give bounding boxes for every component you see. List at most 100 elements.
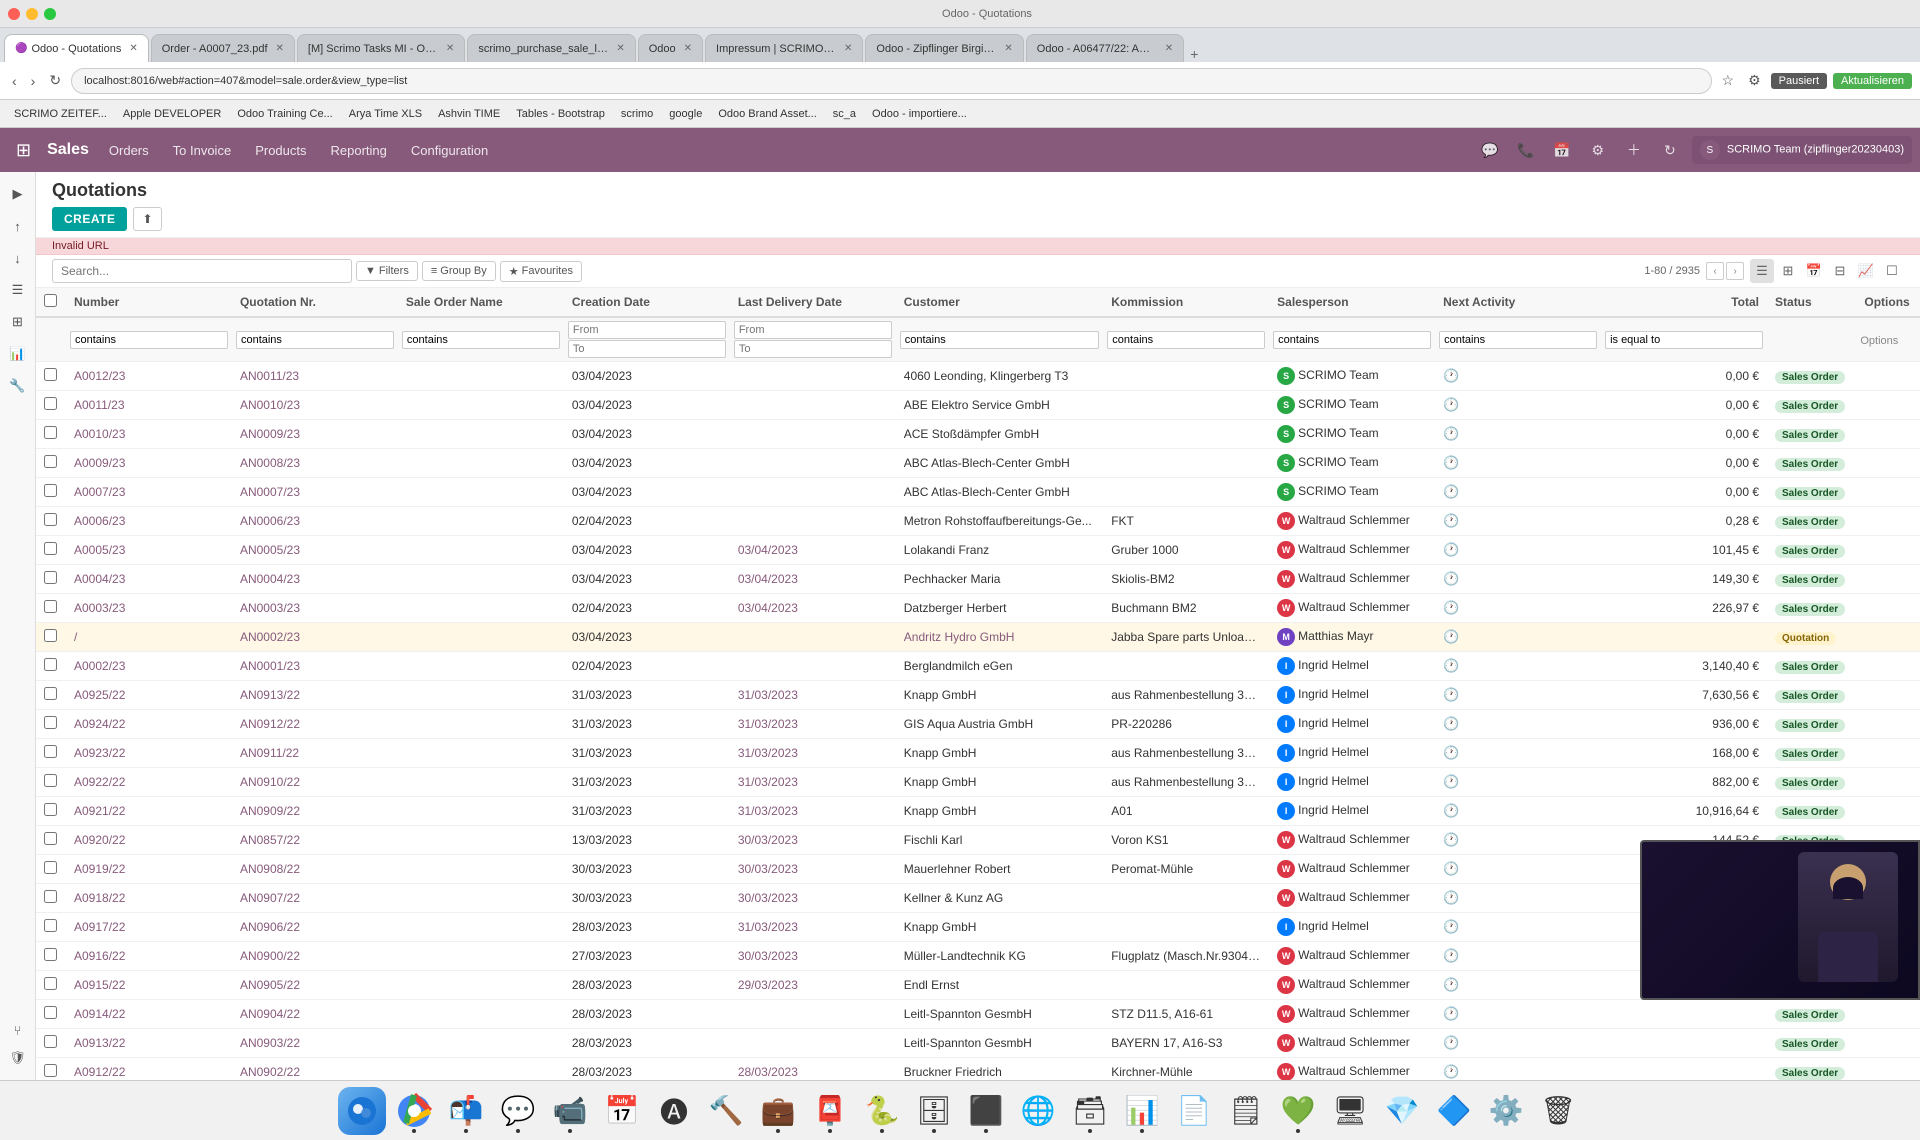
bookmark-odoo-training[interactable]: Odoo Training Ce... <box>231 106 338 122</box>
row-checkbox-cell[interactable] <box>36 652 66 681</box>
dock-outlook[interactable]: 📮 <box>806 1087 854 1135</box>
row-checkbox-cell[interactable] <box>36 942 66 971</box>
col-last-delivery[interactable]: Last Delivery Date <box>730 288 896 317</box>
row-checkbox-cell[interactable] <box>36 797 66 826</box>
dock-xcode[interactable]: 🔨 <box>702 1087 750 1135</box>
forward-button[interactable]: › <box>27 71 40 91</box>
prev-page-button[interactable]: ‹ <box>1706 262 1724 280</box>
dock-teams[interactable]: 💼 <box>754 1087 802 1135</box>
filter-last-delivery[interactable] <box>730 317 896 362</box>
bookmark-arya-time[interactable]: Arya Time XLS <box>343 106 428 122</box>
table-row[interactable]: A0915/22 AN0905/22 28/03/2023 29/03/2023… <box>36 971 1920 1000</box>
sidebar-icon-shield[interactable]: 🛡 <box>4 1044 32 1072</box>
kanban-view-button[interactable]: ⊞ <box>1776 259 1800 283</box>
sidebar-icon-chart[interactable]: 📊 <box>4 340 32 368</box>
row-checkbox-cell[interactable] <box>36 710 66 739</box>
dock-vmware[interactable]: 🖥 <box>1326 1087 1374 1135</box>
table-row[interactable]: A0919/22 AN0908/22 30/03/2023 30/03/2023… <box>36 855 1920 884</box>
row-checkbox-cell[interactable] <box>36 855 66 884</box>
row-checkbox[interactable] <box>44 803 57 816</box>
col-customer[interactable]: Customer <box>896 288 1103 317</box>
row-checkbox[interactable] <box>44 948 57 961</box>
bookmark-odoo-brand[interactable]: Odoo Brand Asset... <box>712 106 822 122</box>
dock-pycharm[interactable]: 🐍 <box>858 1087 906 1135</box>
table-row[interactable]: A0010/23 AN0009/23 03/04/2023 ACE Stoßdä… <box>36 420 1920 449</box>
filter-delivery-from[interactable] <box>734 321 892 339</box>
dock-appstore[interactable]: 🅐 <box>650 1087 698 1135</box>
table-row[interactable]: A0924/22 AN0912/22 31/03/2023 31/03/2023… <box>36 710 1920 739</box>
select-all-header[interactable] <box>36 288 66 317</box>
next-page-button[interactable]: › <box>1726 262 1744 280</box>
nav-products[interactable]: Products <box>243 128 318 172</box>
pivot-view-button[interactable]: ⊟ <box>1828 259 1852 283</box>
table-row[interactable]: A0011/23 AN0010/23 03/04/2023 ABE Elektr… <box>36 391 1920 420</box>
row-checkbox[interactable] <box>44 774 57 787</box>
dock-calendar[interactable]: 📅 <box>598 1087 646 1135</box>
bookmark-apple-dev[interactable]: Apple DEVELOPER <box>117 106 227 122</box>
tab-close[interactable]: ✕ <box>276 43 284 54</box>
table-row[interactable]: A0912/22 AN0902/22 28/03/2023 28/03/2023… <box>36 1058 1920 1081</box>
sidebar-icon-down[interactable]: ↓ <box>4 244 32 272</box>
nav-to-invoice[interactable]: To Invoice <box>161 128 244 172</box>
bookmark-ashvin-time[interactable]: Ashvin TIME <box>432 106 506 122</box>
row-checkbox[interactable] <box>44 890 57 903</box>
filter-number-input[interactable] <box>70 331 228 349</box>
list-view-button[interactable]: ☰ <box>1750 259 1774 283</box>
sidebar-icon-run[interactable]: ▶ <box>4 180 32 208</box>
tab-pdf[interactable]: Order - A0007_23.pdf ✕ <box>151 34 295 62</box>
extensions-button[interactable]: ⚙ <box>1744 70 1765 91</box>
dock-finder[interactable] <box>338 1087 386 1135</box>
col-status[interactable]: Status <box>1767 288 1856 317</box>
row-checkbox[interactable] <box>44 832 57 845</box>
filter-number[interactable] <box>66 317 232 362</box>
filter-creation-date[interactable] <box>564 317 730 362</box>
dock-tableplus[interactable]: 🗃 <box>1066 1087 1114 1135</box>
col-number[interactable]: Number <box>66 288 232 317</box>
tab-close[interactable]: ✕ <box>616 43 624 54</box>
col-kommission[interactable]: Kommission <box>1103 288 1269 317</box>
address-bar[interactable] <box>71 68 1711 94</box>
col-next-activity[interactable]: Next Activity <box>1435 288 1601 317</box>
filter-quot-input[interactable] <box>236 331 394 349</box>
row-checkbox-cell[interactable] <box>36 768 66 797</box>
dock-datagrip[interactable]: 🗄 <box>910 1087 958 1135</box>
row-checkbox[interactable] <box>44 426 57 439</box>
table-row[interactable]: A0923/22 AN0911/22 31/03/2023 31/03/2023… <box>36 739 1920 768</box>
col-total[interactable]: Total <box>1601 288 1767 317</box>
nav-orders[interactable]: Orders <box>97 128 161 172</box>
dock-system-prefs[interactable]: ⚙️ <box>1482 1087 1530 1135</box>
sidebar-icon-git[interactable]: ⑂ <box>4 1016 32 1044</box>
table-row[interactable]: A0009/23 AN0008/23 03/04/2023 ABC Atlas-… <box>36 449 1920 478</box>
tab-odoo[interactable]: Odoo ✕ <box>638 34 703 62</box>
dock-excel[interactable]: 📊 <box>1118 1087 1166 1135</box>
filters-button[interactable]: ▼ Filters <box>356 261 418 281</box>
filter-sale-name[interactable] <box>398 317 564 362</box>
row-checkbox-cell[interactable] <box>36 362 66 391</box>
row-checkbox-cell[interactable] <box>36 391 66 420</box>
user-badge[interactable]: S SCRIMO Team (zipflinger20230403) <box>1692 136 1912 164</box>
filter-customer[interactable] <box>896 317 1103 362</box>
row-checkbox[interactable] <box>44 455 57 468</box>
tab-close[interactable]: ✕ <box>1165 43 1173 54</box>
group-by-button[interactable]: ≡ Group By <box>422 261 496 281</box>
filter-kommission[interactable] <box>1103 317 1269 362</box>
bookmark-sc-a[interactable]: sc_a <box>827 106 862 122</box>
tab-close[interactable]: ✕ <box>844 43 852 54</box>
dock-mail[interactable]: 📬 <box>442 1087 490 1135</box>
row-checkbox[interactable] <box>44 1035 57 1048</box>
activity-view-button[interactable]: ☐ <box>1880 259 1904 283</box>
filter-date-to[interactable] <box>568 340 726 358</box>
apps-menu-icon[interactable]: ⊞ <box>8 140 39 161</box>
table-row[interactable]: A0921/22 AN0909/22 31/03/2023 31/03/2023… <box>36 797 1920 826</box>
table-row[interactable]: A0916/22 AN0900/22 27/03/2023 30/03/2023… <box>36 942 1920 971</box>
row-checkbox[interactable] <box>44 716 57 729</box>
tab-close[interactable]: ✕ <box>129 43 137 54</box>
pause-button[interactable]: Pausiert <box>1771 73 1827 89</box>
col-creation-date[interactable]: Creation Date <box>564 288 730 317</box>
dock-sublime[interactable]: 🔷 <box>1430 1087 1478 1135</box>
col-salesperson[interactable]: Salesperson <box>1269 288 1435 317</box>
table-row[interactable]: A0004/23 AN0004/23 03/04/2023 03/04/2023… <box>36 565 1920 594</box>
table-row[interactable]: A0920/22 AN0857/22 13/03/2023 30/03/2023… <box>36 826 1920 855</box>
dock-facetime[interactable]: 📹 <box>546 1087 594 1135</box>
table-row[interactable]: / AN0002/23 03/04/2023 Andritz Hydro Gmb… <box>36 623 1920 652</box>
